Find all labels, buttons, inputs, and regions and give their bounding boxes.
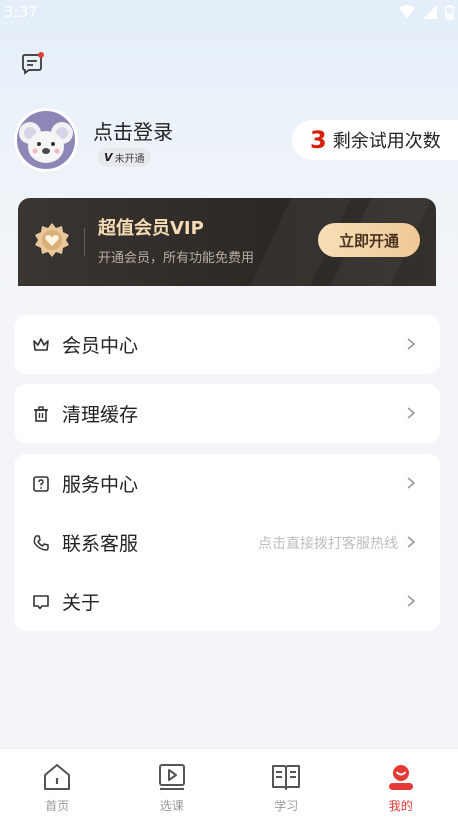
tab-mine[interactable]: 我的 [344,749,458,820]
vip-divider [84,228,85,256]
tab-course-label: 选课 [159,799,184,813]
info-message-icon [32,593,50,611]
vip-status-badge: V 未开通 [98,148,151,167]
battery-icon [445,4,454,20]
contact-service-label: 联系客服 [62,533,139,555]
profile-icon [388,765,413,790]
trial-count: 3 [310,126,327,154]
vip-crest-icon [35,223,69,257]
chevron-right-icon [407,536,416,548]
tab-home[interactable]: 首页 [0,749,115,820]
status-time: 3:37 [4,3,38,21]
koala-avatar-icon [19,122,73,163]
chevron-right-icon [407,477,416,489]
vip-status-text: 未开通 [114,154,145,165]
menu-panel: 会员中心 清理缓存 服务中心 联系客服 点击直接拨打客服热线 关于 [0,286,458,756]
trial-label: 剩余试用次数 [332,131,441,152]
chevron-right-icon [407,407,416,419]
clear-cache-item[interactable]: 清理缓存 [14,384,440,443]
login-link[interactable]: 点击登录 [93,116,173,145]
service-center-item[interactable]: 服务中心 [14,454,440,513]
clear-cache-label: 清理缓存 [62,404,139,426]
vip-banner[interactable]: 超值会员VIP 开通会员，所有功能免费用 立即开通 [18,198,436,290]
member-card: 会员中心 [14,315,440,374]
unread-dot [38,52,44,58]
member-center-label: 会员中心 [62,335,139,357]
trial-count-pill: 3 剩余试用次数 [292,120,458,160]
service-card: 服务中心 联系客服 点击直接拨打客服热线 关于 [14,454,440,631]
course-icon [158,764,185,790]
member-center-item[interactable]: 会员中心 [14,315,440,374]
about-label: 关于 [62,592,101,614]
chevron-right-icon [407,595,416,607]
signal-icon [423,5,437,19]
tab-home-label: 首页 [45,799,70,813]
tab-study[interactable]: 学习 [229,749,344,820]
tab-mine-label: 我的 [388,799,413,813]
vip-title: 超值会员VIP [98,218,204,239]
bottom-tab-bar: 首页 选课 学习 我的 [0,748,458,820]
contact-service-item[interactable]: 联系客服 点击直接拨打客服热线 [14,513,440,572]
service-center-label: 服务中心 [62,474,139,496]
status-bar: 3:37 [0,0,458,24]
vip-v-icon: V [104,151,113,164]
trash-icon [32,405,50,423]
tab-study-label: 学习 [274,799,299,813]
book-icon [272,765,301,790]
about-item[interactable]: 关于 [14,572,440,631]
home-icon [44,764,71,790]
vip-subtitle: 开通会员，所有功能免费用 [98,251,255,266]
chevron-right-icon [407,338,416,350]
phone-icon [32,534,50,552]
help-icon [32,475,50,493]
contact-hint: 点击直接拨打客服热线 [258,535,398,552]
avatar[interactable] [14,108,78,172]
open-vip-button[interactable]: 立即开通 [318,223,420,257]
crown-icon [32,336,50,354]
tab-course[interactable]: 选课 [115,749,230,820]
wifi-icon [399,5,415,18]
cache-card: 清理缓存 [14,384,440,443]
message-icon[interactable] [20,52,44,76]
